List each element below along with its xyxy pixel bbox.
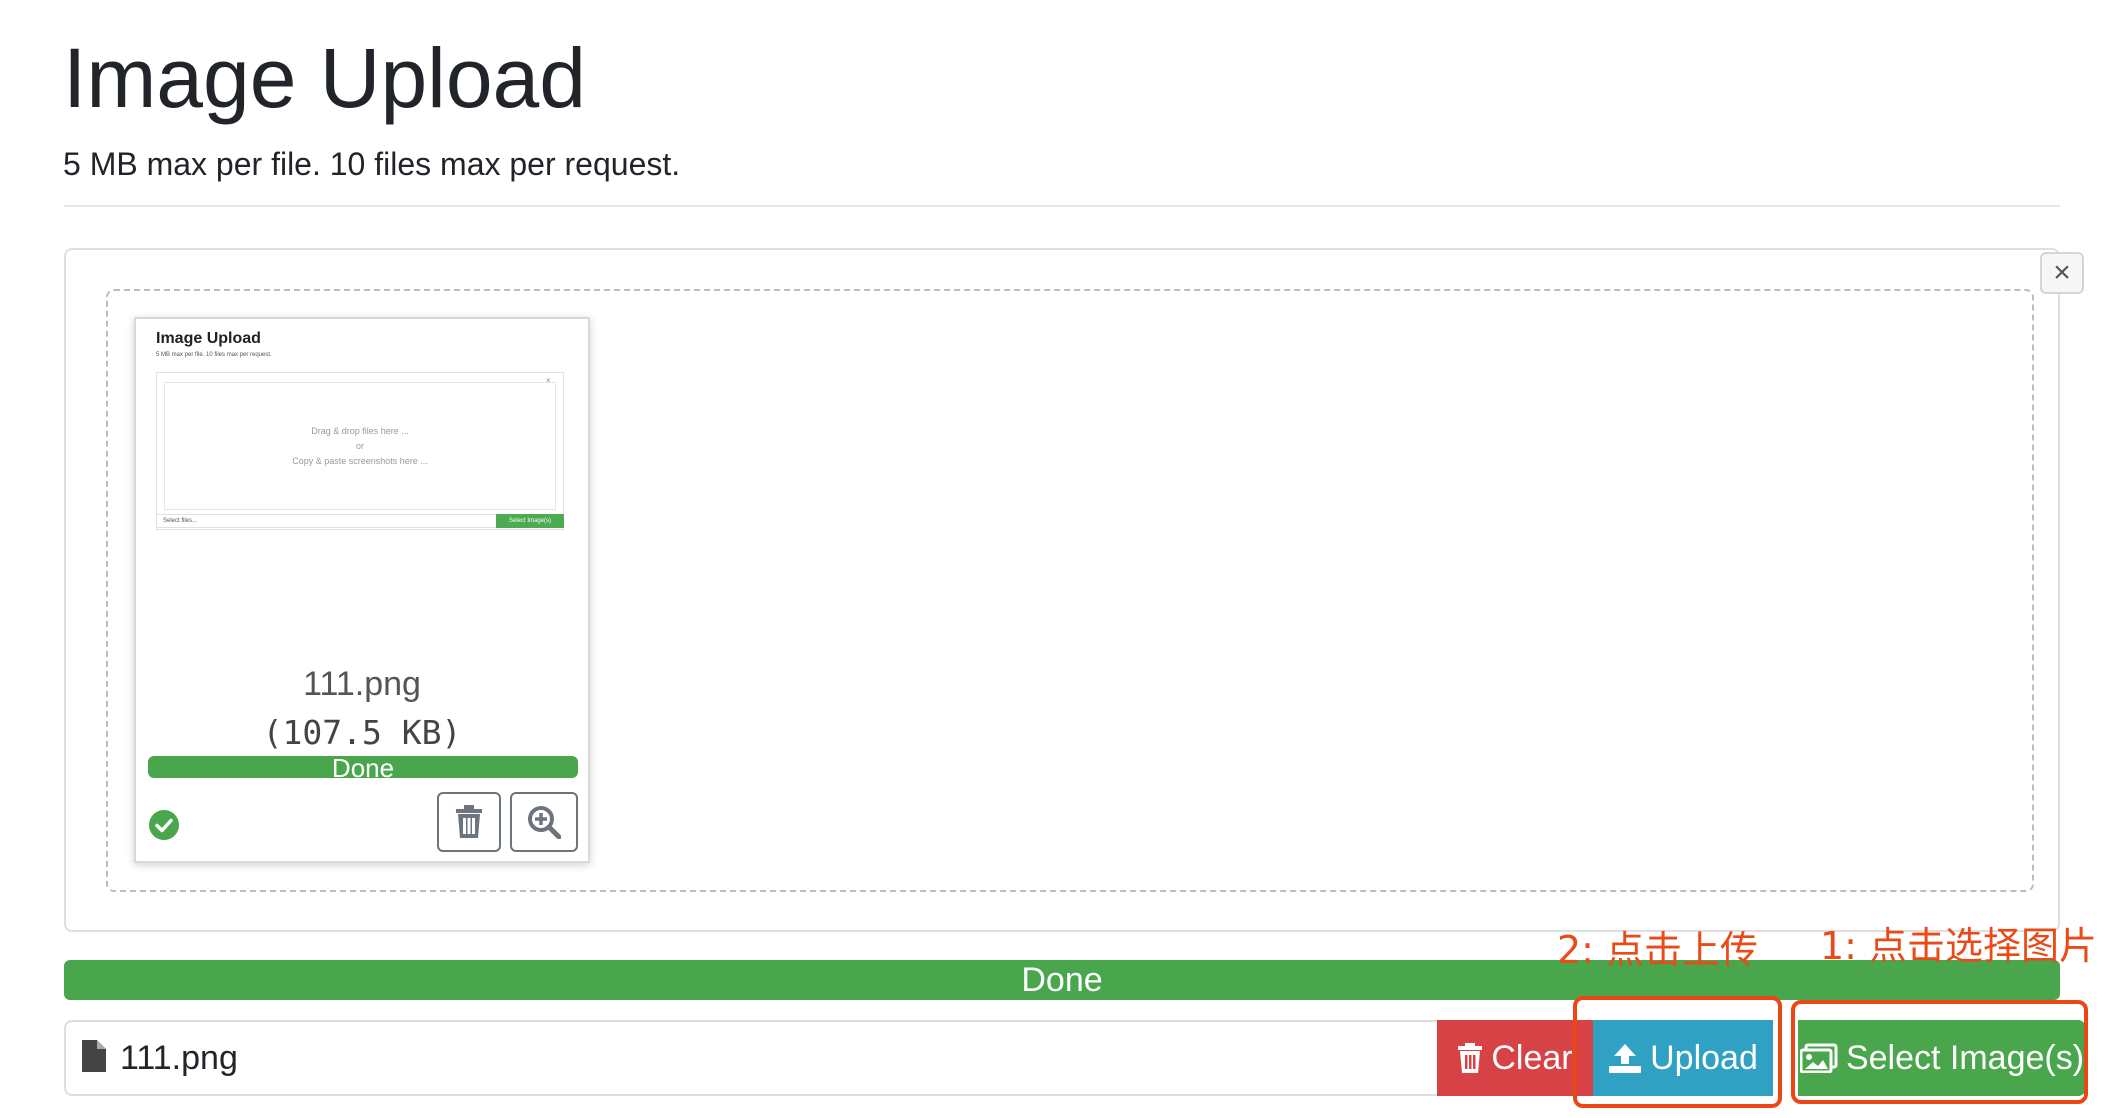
annotation-box-select [1791,1000,2088,1104]
page-title: Image Upload [63,31,586,125]
clear-button[interactable]: Clear [1437,1020,1593,1096]
check-circle-icon [149,810,179,840]
preview-drop-or: or [355,440,364,451]
preview-drop-line2: Copy & paste screenshots here ... [292,455,428,466]
trash-icon [456,805,482,838]
annotation-box-upload [1573,996,1782,1108]
annotation-step1: 1: 点击选择图片 [1820,924,2098,968]
thumbnail-file-name: 111.png [303,665,421,703]
file-caption [64,1020,1438,1096]
trash-icon [1458,1043,1483,1073]
remove-file-button[interactable] [437,792,501,852]
preview-drop-line1: Drag & drop files here ... [311,425,409,436]
thumbnail-preview-image: Image Upload 5 MB max per file. 10 files… [150,330,570,550]
caption-file-name: 111.png [120,1039,238,1077]
preview-title: Image Upload [156,330,261,347]
preview-lead: 5 MB max per file. 10 files max per requ… [156,352,272,358]
zoom-file-button[interactable] [510,792,578,852]
annotation-step2: 2: 点击上传 [1557,928,1759,972]
thumbnail-file-size: (107.5 KB) [262,713,462,752]
upload-progress-bar: Done [64,960,2060,1000]
preview-select-button: Select Image(s) [496,514,564,528]
preview-drop-zone: Drag & drop files here ... or Copy & pas… [164,382,556,510]
zoom-in-icon [528,806,561,839]
divider [64,205,2060,207]
clear-button-label: Clear [1491,1039,1573,1077]
page-lead: 5 MB max per file. 10 files max per requ… [63,146,681,182]
close-preview-button[interactable]: × [2040,252,2084,294]
thumbnail-progress-bar: Done [148,756,578,778]
file-icon [82,1040,106,1072]
